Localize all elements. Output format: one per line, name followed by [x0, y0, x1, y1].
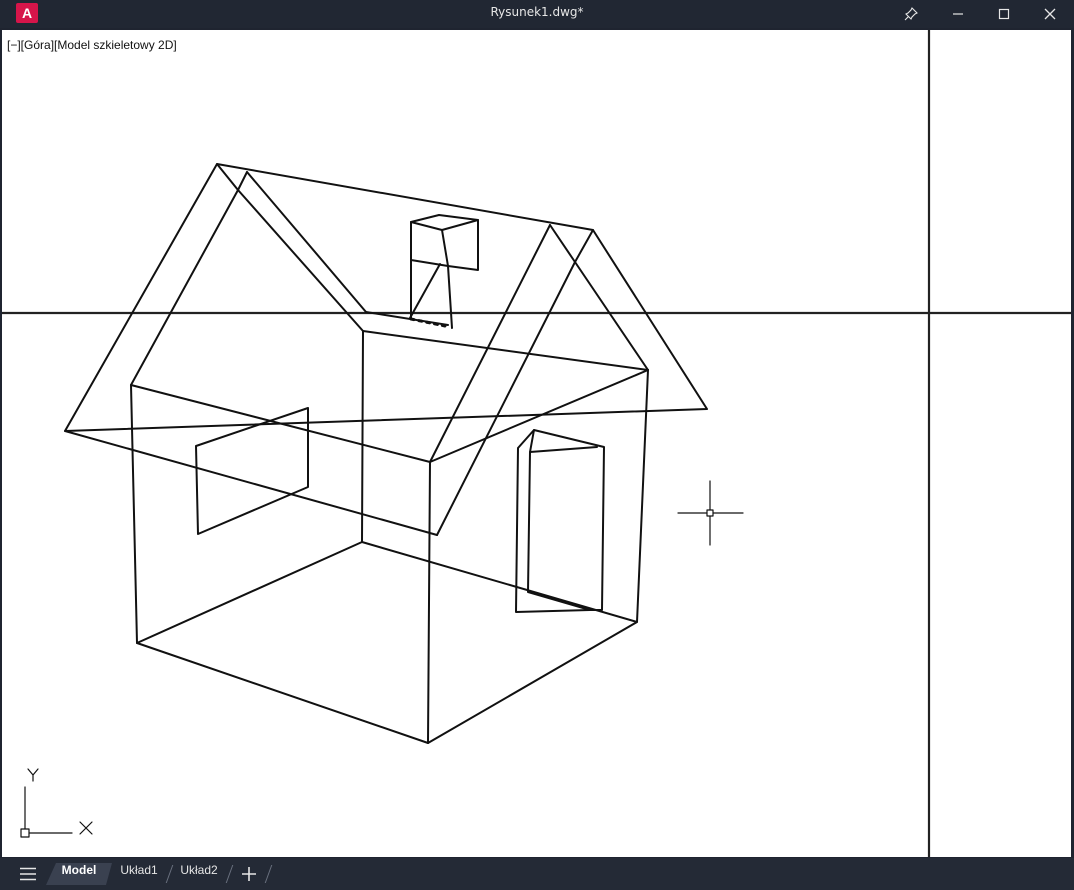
minimize-icon	[953, 13, 963, 15]
roof-front-edge	[64, 163, 708, 432]
pin-icon	[904, 7, 918, 21]
corner-front	[427, 461, 431, 744]
roof-right-gable-outer	[549, 224, 594, 263]
ucs-icon	[20, 768, 93, 838]
tab-model[interactable]: Model	[46, 863, 112, 885]
drawing-canvas[interactable]: [−][Góra][Model szkieletowy 2D]	[2, 30, 1071, 857]
layout-tabs: Model Układ1 Układ2	[0, 858, 1074, 890]
add-layout-button[interactable]	[240, 866, 258, 882]
pin-button[interactable]	[888, 0, 934, 28]
roof-right-gable	[574, 261, 649, 371]
title-bar: A Rysunek1.dwg*	[0, 0, 1074, 28]
hamburger-icon	[20, 867, 36, 881]
plus-icon	[242, 867, 256, 881]
tab-layout1[interactable]: Układ1	[115, 863, 163, 885]
drawing-area	[2, 30, 1071, 857]
minimize-button[interactable]	[935, 0, 981, 28]
tab-separator	[264, 865, 273, 883]
tab-layout2[interactable]: Układ2	[175, 863, 223, 885]
maximize-icon	[998, 8, 1010, 20]
wall-left	[130, 330, 364, 644]
roof-back-slope	[436, 261, 576, 536]
tab-separator	[225, 865, 234, 883]
maximize-button[interactable]	[981, 0, 1027, 28]
tab-separator	[165, 865, 174, 883]
house-wireframe[interactable]	[64, 163, 708, 744]
eave-low-line	[64, 430, 438, 536]
ridge-line	[362, 330, 649, 371]
roof-left-slope-inner	[246, 171, 367, 313]
close-button[interactable]	[1027, 0, 1073, 28]
close-icon	[1044, 8, 1056, 20]
roof-left-slope	[237, 189, 364, 332]
crosshair-cursor	[677, 480, 744, 546]
wall-right	[427, 369, 649, 744]
menu-button[interactable]	[18, 866, 38, 882]
floor-edges	[136, 642, 429, 744]
